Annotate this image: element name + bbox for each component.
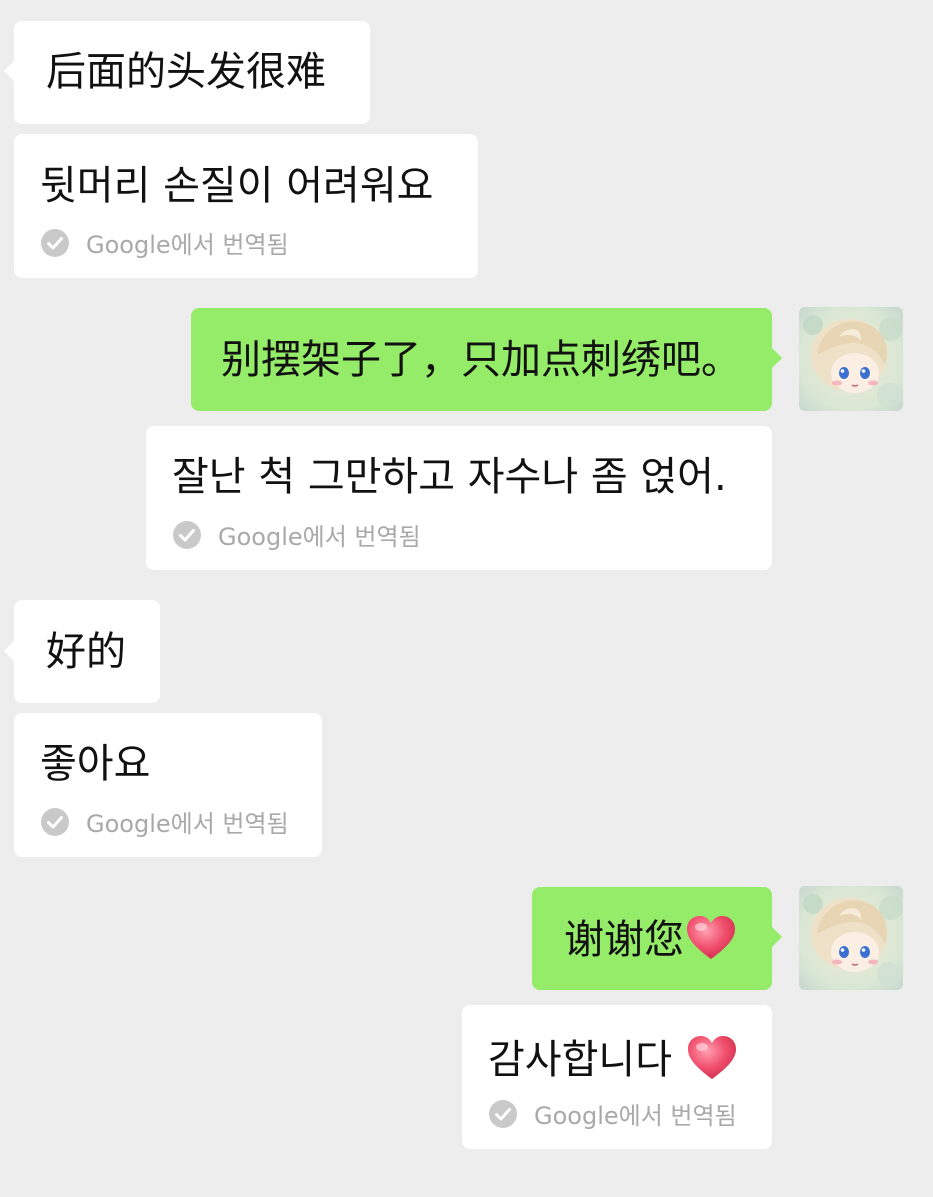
translation-note-label: Google에서 번역됨 (86, 231, 289, 259)
heart-icon (686, 915, 736, 961)
translation-bubble[interactable]: 뒷머리 손질이 어려워요 Google에서 번역됨 (14, 134, 478, 278)
bubble-tail (772, 927, 782, 947)
sent-message-bubble[interactable]: 别摆架子了，只加点刺绣吧。 (191, 308, 772, 411)
translated-content: 감사합니다 (488, 1035, 737, 1083)
check-circle-icon (488, 1099, 518, 1129)
received-message-bubble[interactable]: 好的 (14, 600, 160, 703)
message-text: 别摆架子了，只加点刺绣吧。 (221, 337, 741, 383)
translation-note: Google에서 번역됨 (172, 517, 421, 552)
translation-note-label: Google에서 번역됨 (218, 523, 421, 551)
bubble-tail (4, 61, 14, 81)
avatar[interactable] (799, 307, 903, 411)
message-text: 谢谢您 (564, 917, 684, 963)
translation-note-label: Google에서 번역됨 (86, 810, 289, 838)
received-message-bubble[interactable]: 后面的头发很难 (14, 21, 370, 124)
bubble-tail (772, 348, 782, 368)
avatar-image (799, 307, 903, 411)
message-content: 谢谢您 (564, 915, 736, 963)
translated-text: 뒷머리 손질이 어려워요 (40, 163, 434, 209)
avatar-image (799, 886, 903, 990)
bubble-tail (4, 641, 14, 661)
check-circle-icon (172, 520, 202, 550)
sent-message-bubble[interactable]: 谢谢您 (532, 887, 772, 990)
translation-note: Google에서 번역됨 (40, 225, 289, 260)
translation-bubble[interactable]: 감사합니다 Google에서 번역됨 (462, 1005, 772, 1149)
message-text: 好的 (46, 629, 126, 675)
translation-note-label: Google에서 번역됨 (534, 1102, 737, 1130)
translation-note: Google에서 번역됨 (488, 1096, 737, 1131)
message-text: 后面的头发很难 (46, 49, 326, 95)
translation-note: Google에서 번역됨 (40, 804, 289, 839)
avatar[interactable] (799, 886, 903, 990)
translated-text: 감사합니다 (488, 1037, 672, 1083)
translated-text: 잘난 척 그만하고 자수나 좀 얹어. (172, 454, 727, 500)
heart-icon (687, 1035, 737, 1081)
translation-bubble[interactable]: 잘난 척 그만하고 자수나 좀 얹어. Google에서 번역됨 (146, 426, 772, 570)
check-circle-icon (40, 228, 70, 258)
translation-bubble[interactable]: 좋아요 Google에서 번역됨 (14, 713, 322, 857)
check-circle-icon (40, 807, 70, 837)
translated-text: 좋아요 (40, 741, 151, 787)
